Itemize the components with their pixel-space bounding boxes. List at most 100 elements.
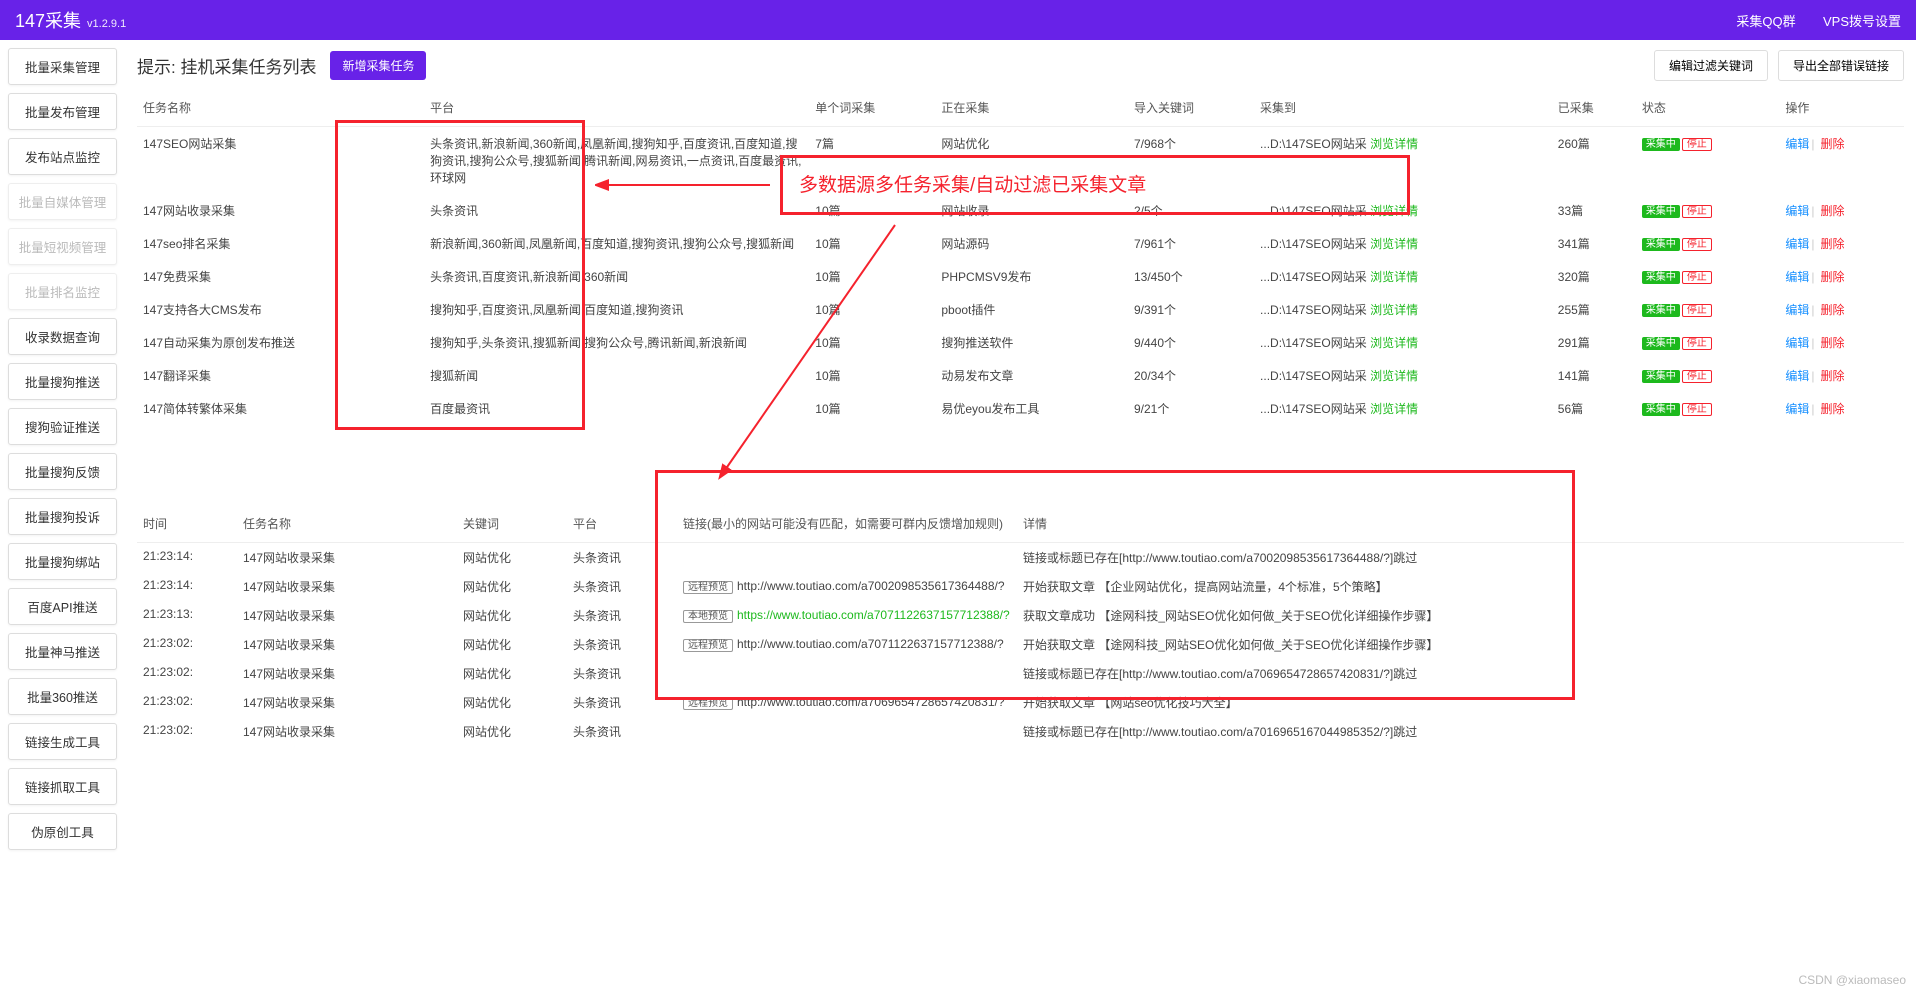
browse-detail-link[interactable]: 浏览详情 [1370,270,1418,284]
sidebar-item-1[interactable]: 批量发布管理 [8,93,117,130]
edit-button[interactable]: 编辑 [1785,270,1809,284]
preview-tag[interactable]: 本地预览 [683,610,733,623]
edit-button[interactable]: 编辑 [1785,402,1809,416]
preview-tag[interactable]: 远程预览 [683,639,733,652]
task-ops: 编辑|删除 [1779,326,1904,359]
col-import-kw: 导入关键词 [1128,89,1254,127]
delete-button[interactable]: 删除 [1821,237,1845,251]
sidebar-item-2[interactable]: 发布站点监控 [8,138,117,175]
sidebar-item-0[interactable]: 批量采集管理 [8,48,117,85]
delete-button[interactable]: 删除 [1821,336,1845,350]
delete-button[interactable]: 删除 [1821,204,1845,218]
col-status: 状态 [1636,89,1780,127]
task-status: 采集中停止 [1636,127,1780,195]
page-title: 提示: 挂机采集任务列表 [137,53,316,78]
task-import-kw: 20/34个 [1128,359,1254,392]
stop-button[interactable]: 停止 [1682,271,1712,284]
stop-button[interactable]: 停止 [1682,370,1712,383]
task-import-kw: 7/961个 [1128,227,1254,260]
col-task-name: 任务名称 [137,89,424,127]
export-error-links-button[interactable]: 导出全部错误链接 [1778,50,1904,81]
qq-group-link[interactable]: 采集QQ群 [1736,14,1795,29]
log-time: 21:23:02: [137,630,237,659]
sidebar-item-4: 批量短视频管理 [8,228,117,265]
log-detail: 链接或标题已存在[http://www.toutiao.com/a7016965… [1017,717,1904,746]
log-link: 本地预览 https://www.toutiao.com/a70711226371… [677,601,1017,630]
sidebar: 批量采集管理批量发布管理发布站点监控批量自媒体管理批量短视频管理批量排名监控收录… [0,40,125,993]
stop-button[interactable]: 停止 [1682,403,1712,416]
stop-button[interactable]: 停止 [1682,304,1712,317]
browse-detail-link[interactable]: 浏览详情 [1370,137,1418,151]
main-content: 提示: 挂机采集任务列表 新增采集任务 编辑过滤关键词 导出全部错误链接 任务名… [125,40,1916,993]
edit-button[interactable]: 编辑 [1785,137,1809,151]
log-time: 21:23:02: [137,659,237,688]
log-platform: 头条资讯 [567,630,677,659]
task-collected: 33篇 [1552,194,1636,227]
log-keyword: 网站优化 [457,717,567,746]
edit-button[interactable]: 编辑 [1785,369,1809,383]
task-platform: 头条资讯,新浪新闻,360新闻,凤凰新闻,搜狗知乎,百度资讯,百度知道,搜狗资讯… [424,127,809,195]
log-keyword: 网站优化 [457,601,567,630]
delete-button[interactable]: 删除 [1821,137,1845,151]
sidebar-item-8[interactable]: 搜狗验证推送 [8,408,117,445]
task-single: 10篇 [809,326,935,359]
log-detail: 开始获取文章 【途网科技_网站SEO优化如何做_关于SEO优化详细操作步骤】 [1017,630,1904,659]
delete-button[interactable]: 删除 [1821,270,1845,284]
edit-filter-keywords-button[interactable]: 编辑过滤关键词 [1654,50,1768,81]
delete-button[interactable]: 删除 [1821,402,1845,416]
log-url[interactable]: http://www.toutiao.com/a7002098535617364… [737,579,1005,593]
log-url[interactable]: http://www.toutiao.com/a7071122637157712… [737,637,1004,651]
task-name: 147支持各大CMS发布 [137,293,424,326]
edit-button[interactable]: 编辑 [1785,204,1809,218]
stop-button[interactable]: 停止 [1682,138,1712,151]
sidebar-item-9[interactable]: 批量搜狗反馈 [8,453,117,490]
sidebar-item-17[interactable]: 伪原创工具 [8,813,117,850]
task-collected: 341篇 [1552,227,1636,260]
browse-detail-link[interactable]: 浏览详情 [1370,402,1418,416]
task-table: 任务名称 平台 单个词采集 正在采集 导入关键词 采集到 已采集 状态 操作 1… [137,89,1904,425]
vps-settings-link[interactable]: VPS拨号设置 [1823,14,1901,29]
task-collecting: 网站源码 [935,227,1128,260]
browse-detail-link[interactable]: 浏览详情 [1370,303,1418,317]
sidebar-item-10[interactable]: 批量搜狗投诉 [8,498,117,535]
task-collecting: 网站优化 [935,127,1128,195]
task-single: 10篇 [809,227,935,260]
browse-detail-link[interactable]: 浏览详情 [1370,369,1418,383]
edit-button[interactable]: 编辑 [1785,237,1809,251]
log-platform: 头条资讯 [567,688,677,717]
sidebar-item-14[interactable]: 批量360推送 [8,678,117,715]
task-row: 147简体转繁体采集百度最资讯10篇易优eyou发布工具9/21个...D:\1… [137,392,1904,425]
stop-button[interactable]: 停止 [1682,238,1712,251]
log-url[interactable]: http://www.toutiao.com/a7069654728657420… [737,695,1005,709]
log-task: 147网站收录采集 [237,601,457,630]
preview-tag[interactable]: 远程预览 [683,697,733,710]
task-row: 147自动采集为原创发布推送搜狗知乎,头条资讯,搜狐新闻,搜狗公众号,腾讯新闻,… [137,326,1904,359]
sidebar-item-6[interactable]: 收录数据查询 [8,318,117,355]
browse-detail-link[interactable]: 浏览详情 [1370,336,1418,350]
sidebar-item-15[interactable]: 链接生成工具 [8,723,117,760]
delete-button[interactable]: 删除 [1821,369,1845,383]
task-import-kw: 9/21个 [1128,392,1254,425]
add-task-button[interactable]: 新增采集任务 [330,51,426,80]
stop-button[interactable]: 停止 [1682,205,1712,218]
delete-button[interactable]: 删除 [1821,303,1845,317]
log-link: 远程预览 http://www.toutiao.com/a706965472865… [677,688,1017,717]
log-link [677,717,1017,746]
sidebar-item-11[interactable]: 批量搜狗绑站 [8,543,117,580]
task-row: 147翻译采集搜狐新闻10篇动易发布文章20/34个...D:\147SEO网站… [137,359,1904,392]
log-keyword: 网站优化 [457,659,567,688]
log-url[interactable]: https://www.toutiao.com/a707112263715771… [737,608,1010,622]
sidebar-item-13[interactable]: 批量神马推送 [8,633,117,670]
sidebar-item-16[interactable]: 链接抓取工具 [8,768,117,805]
sidebar-item-7[interactable]: 批量搜狗推送 [8,363,117,400]
edit-button[interactable]: 编辑 [1785,336,1809,350]
browse-detail-link[interactable]: 浏览详情 [1370,237,1418,251]
preview-tag[interactable]: 远程预览 [683,581,733,594]
sidebar-item-12[interactable]: 百度API推送 [8,588,117,625]
browse-detail-link[interactable]: 浏览详情 [1370,204,1418,218]
task-import-kw: 2/5个 [1128,194,1254,227]
task-name: 147SEO网站采集 [137,127,424,195]
edit-button[interactable]: 编辑 [1785,303,1809,317]
stop-button[interactable]: 停止 [1682,337,1712,350]
log-col-detail: 详情 [1017,505,1904,543]
